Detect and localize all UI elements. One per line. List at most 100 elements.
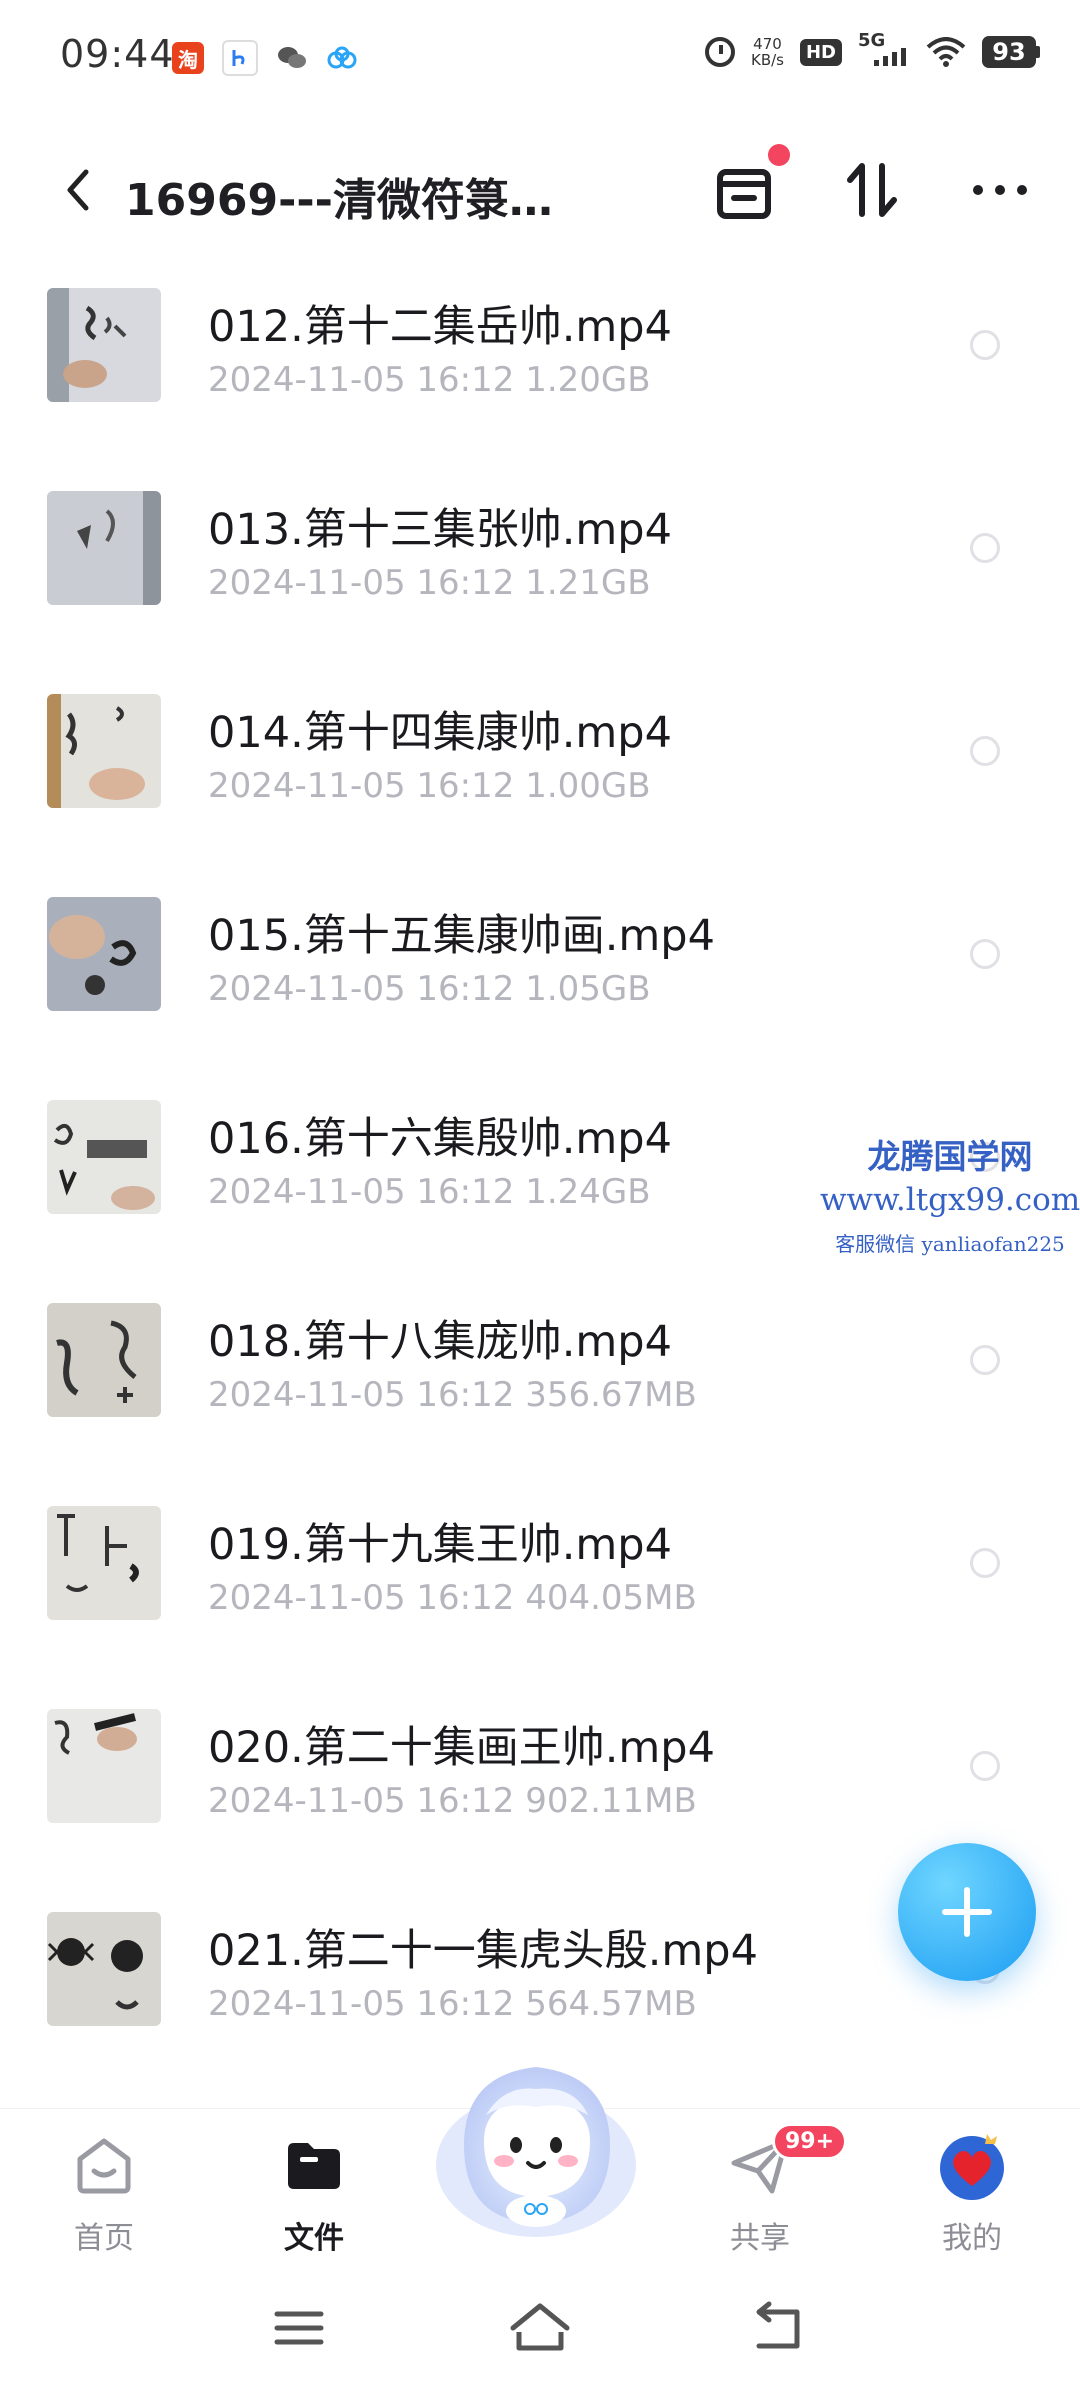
home-icon <box>77 2138 131 2194</box>
file-date: 2024-11-05 <box>208 563 406 603</box>
recent-apps-button[interactable] <box>265 2298 335 2358</box>
video-thumbnail <box>47 1303 161 1417</box>
select-radio[interactable] <box>970 533 1000 563</box>
file-size: 1.20GB <box>525 360 651 400</box>
back-system-button[interactable] <box>745 2298 815 2358</box>
video-thumbnail <box>47 1100 161 1214</box>
status-bar: 09:44 淘 470 KB/s HD 5G 93 <box>0 0 1080 120</box>
battery-icon: 93 <box>982 36 1040 68</box>
file-row[interactable]: 018.第十八集庞帅.mp4 2024-11-05 16:12 356.67MB <box>0 1275 1080 1478</box>
back-button[interactable] <box>50 160 110 220</box>
wifi-icon <box>926 37 966 67</box>
watermark-title: 龙腾国学网 <box>867 1137 1033 1176</box>
file-date: 2024-11-05 <box>208 1781 406 1821</box>
file-time: 16:12 <box>416 360 515 400</box>
file-time: 16:12 <box>416 563 515 603</box>
file-size: 1.21GB <box>525 563 651 603</box>
file-time: 16:12 <box>416 1375 515 1415</box>
video-thumbnail <box>47 1709 161 1823</box>
add-button[interactable] <box>898 1843 1036 1981</box>
file-date: 2024-11-05 <box>208 1172 406 1212</box>
file-time: 16:12 <box>416 1578 515 1618</box>
file-row[interactable]: 019.第十九集王帅.mp4 2024-11-05 16:12 404.05MB <box>0 1478 1080 1681</box>
file-time: 16:12 <box>416 1781 515 1821</box>
file-size: 356.67MB <box>525 1375 697 1415</box>
battery-level: 93 <box>982 36 1036 68</box>
file-name: 014.第十四集康帅.mp4 <box>208 708 672 758</box>
file-meta: 2024-11-05 16:12 404.05MB <box>208 1578 697 1618</box>
select-radio[interactable] <box>970 939 1000 969</box>
select-radio[interactable] <box>970 736 1000 766</box>
file-name: 018.第十八集庞帅.mp4 <box>208 1317 672 1367</box>
video-thumbnail <box>47 491 161 605</box>
file-row[interactable]: 020.第二十集画王帅.mp4 2024-11-05 16:12 902.11M… <box>0 1681 1080 1884</box>
chevron-left-icon <box>67 169 89 211</box>
sort-button[interactable] <box>832 150 912 230</box>
file-meta: 2024-11-05 16:12 564.57MB <box>208 1984 697 2024</box>
inbox-button[interactable] <box>704 144 790 230</box>
page-title: 16969---清微符箓… <box>125 175 553 226</box>
watermark-url: www.ltgx99.com <box>820 1182 1080 1218</box>
return-icon <box>756 2301 800 2349</box>
ai-assistant-mascot[interactable] <box>424 2045 649 2245</box>
video-thumbnail <box>47 897 161 1011</box>
home-system-button[interactable] <box>505 2298 575 2358</box>
nav-label-share: 共享 <box>730 2221 790 2256</box>
header: 16969---清微符箓… <box>0 120 1080 260</box>
more-button[interactable] <box>960 150 1040 230</box>
select-radio[interactable] <box>970 330 1000 360</box>
wechat-icon <box>276 42 308 74</box>
baidu-cloud-icon <box>326 42 358 74</box>
file-date: 2024-11-05 <box>208 1984 406 2024</box>
file-row[interactable]: 012.第十二集岳帅.mp4 2024-11-05 16:12 1.20GB <box>0 260 1080 463</box>
file-time: 16:12 <box>416 1172 515 1212</box>
select-radio[interactable] <box>970 1751 1000 1781</box>
file-name: 016.第十六集殷帅.mp4 <box>208 1114 672 1164</box>
video-thumbnail <box>47 288 161 402</box>
menu-icon <box>274 2311 324 2345</box>
notification-dot <box>768 144 790 166</box>
select-radio[interactable] <box>970 1548 1000 1578</box>
file-name: 019.第十九集王帅.mp4 <box>208 1520 672 1570</box>
watermark: 龙腾国学网 www.ltgx99.com 客服微信 yanliaofan225 <box>820 1130 1080 1257</box>
video-thumbnail <box>47 1912 161 2026</box>
file-meta: 2024-11-05 16:12 1.05GB <box>208 969 651 1009</box>
nav-item-profile[interactable]: 我的 <box>892 2123 1052 2257</box>
status-indicators: 470 KB/s HD 5G 93 <box>704 30 1040 70</box>
app-b-icon <box>222 40 258 76</box>
select-radio[interactable] <box>970 1345 1000 1375</box>
inbox-icon <box>717 169 771 219</box>
file-meta: 2024-11-05 16:12 902.11MB <box>208 1781 697 1821</box>
house-icon <box>510 2303 570 2351</box>
file-time: 16:12 <box>416 1984 515 2024</box>
system-nav-bar <box>0 2258 1080 2400</box>
file-size: 1.24GB <box>525 1172 651 1212</box>
file-size: 404.05MB <box>525 1578 697 1618</box>
nav-item-files[interactable]: 文件 <box>234 2123 394 2257</box>
status-time: 09:44 <box>60 32 175 76</box>
file-meta: 2024-11-05 16:12 1.00GB <box>208 766 651 806</box>
file-name: 012.第十二集岳帅.mp4 <box>208 302 672 352</box>
nav-item-home[interactable]: 首页 <box>24 2123 184 2257</box>
file-meta: 2024-11-05 16:12 1.24GB <box>208 1172 651 1212</box>
file-size: 1.05GB <box>525 969 651 1009</box>
nav-item-share[interactable]: 99+ 共享 <box>680 2123 848 2257</box>
file-date: 2024-11-05 <box>208 766 406 806</box>
share-badge: 99+ <box>772 2123 848 2160</box>
file-time: 16:12 <box>416 969 515 1009</box>
watermark-contact: 客服微信 yanliaofan225 <box>835 1232 1065 1256</box>
network-speed: 470 KB/s <box>751 36 784 68</box>
file-name: 021.第二十一集虎头殷.mp4 <box>208 1926 758 1976</box>
taobao-icon: 淘 <box>172 42 204 74</box>
file-row[interactable]: 013.第十三集张帅.mp4 2024-11-05 16:12 1.21GB <box>0 463 1080 666</box>
nav-label-profile: 我的 <box>942 2221 1002 2256</box>
avatar-heart-icon <box>940 2134 1004 2200</box>
video-thumbnail <box>47 694 161 808</box>
file-meta: 2024-11-05 16:12 1.21GB <box>208 563 651 603</box>
file-size: 564.57MB <box>525 1984 697 2024</box>
video-thumbnail <box>47 1506 161 1620</box>
file-row[interactable]: 014.第十四集康帅.mp4 2024-11-05 16:12 1.00GB <box>0 666 1080 869</box>
nav-label-home: 首页 <box>74 2221 134 2256</box>
file-row[interactable]: 015.第十五集康帅画.mp4 2024-11-05 16:12 1.05GB <box>0 869 1080 1072</box>
file-date: 2024-11-05 <box>208 969 406 1009</box>
